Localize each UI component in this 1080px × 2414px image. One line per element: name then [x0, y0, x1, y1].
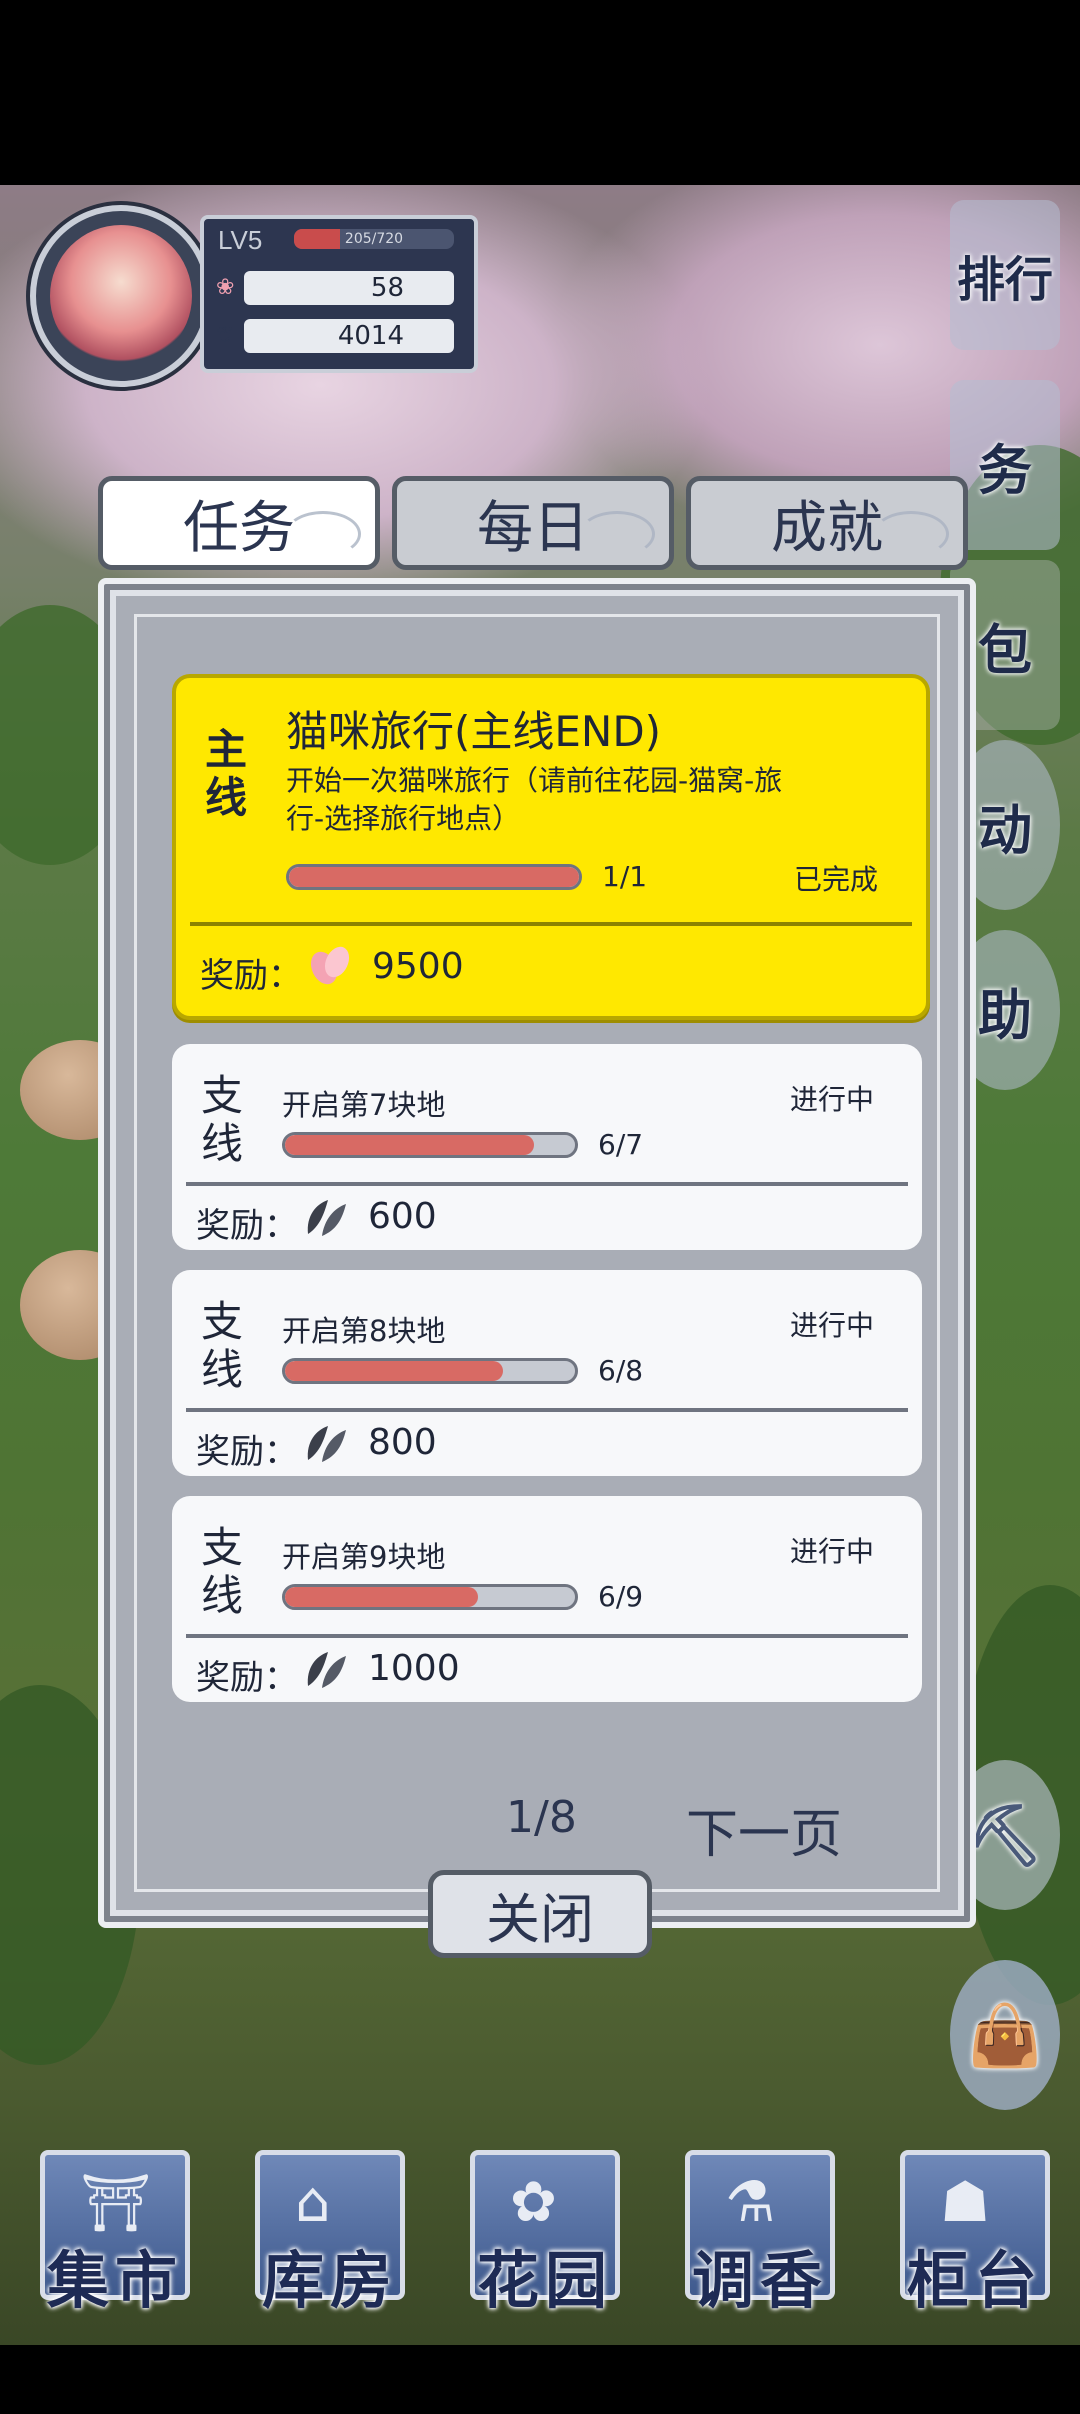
quest-progress-text: 1/1 [602, 860, 648, 893]
leaf-count: 4014 [337, 321, 404, 351]
nav-warehouse-label: 库房 [261, 2244, 398, 2317]
reward-value: 600 [368, 1196, 437, 1237]
tab-daily-label: 每日 [477, 495, 589, 561]
quest-title: 开启第7块地 [282, 1088, 446, 1122]
cloud-ornament [285, 511, 361, 557]
close-label: 关闭 [486, 1887, 594, 1951]
shelf-icon: ☗ [940, 2170, 991, 2235]
quest-title: 猫咪旅行(主线END) [286, 707, 662, 756]
task-label: 务 [978, 437, 1032, 502]
quest-progress-text: 6/7 [598, 1128, 644, 1161]
quest-status: 进行中 [789, 1083, 874, 1116]
player-profile[interactable]: LV5 205/720 ❀ 58 ❦ 4014 [10, 195, 478, 387]
petal-counter: ❀ 58 [216, 271, 454, 305]
quest-type-label: 支线 [200, 1071, 243, 1168]
reward-value: 9500 [372, 946, 464, 987]
navigation-bar-area [0, 2345, 1080, 2414]
help-label: 助 [978, 982, 1032, 1047]
cloud-ornament [579, 511, 655, 557]
tab-achievements[interactable]: 成就 [686, 476, 968, 570]
avatar [50, 225, 192, 367]
petal-icon: ❀ [216, 275, 235, 300]
divider [186, 1408, 908, 1412]
avatar-frame[interactable] [30, 205, 212, 387]
xp-bar: 205/720 [294, 229, 454, 249]
quest-tabs: 任务 每日 成就 [98, 476, 976, 574]
quest-status: 进行中 [789, 1309, 874, 1342]
quest-dialog: 主线 猫咪旅行(主线END) 开始一次猫咪旅行（请前往花园-猫窝-旅行-选择旅行… [98, 578, 976, 1928]
quest-progress-fill [285, 1361, 503, 1381]
event-label: 动 [978, 797, 1032, 862]
divider [186, 1634, 908, 1638]
close-button[interactable]: 关闭 [428, 1870, 652, 1958]
leaf-counter: ❦ 4014 [216, 319, 454, 353]
ranking-button[interactable]: 排行 [930, 200, 1080, 350]
house-icon: ⌂ [295, 2170, 331, 2235]
reward-label: 奖励： [200, 956, 302, 996]
tab-tasks[interactable]: 任务 [98, 476, 380, 570]
nav-counter-label: 柜台 [906, 2244, 1043, 2317]
next-page-button[interactable]: 下一页 [686, 1792, 842, 1867]
divider [190, 922, 912, 926]
tab-tasks-label: 任务 [183, 495, 295, 561]
tab-achievements-label: 成就 [771, 495, 883, 561]
gate-icon: ⛩ [80, 2171, 152, 2236]
quest-card-main[interactable]: 主线 猫咪旅行(主线END) 开始一次猫咪旅行（请前往花园-猫窝-旅行-选择旅行… [172, 674, 930, 1020]
leaf-icon [307, 1652, 346, 1688]
quest-progress-bar [282, 1132, 578, 1158]
quest-progress-text: 6/8 [598, 1354, 644, 1387]
quest-progress-bar [286, 864, 582, 890]
dropper-icon: ⚗ [725, 2170, 776, 2235]
quest-progress-fill [285, 1587, 479, 1607]
petal-count: 58 [370, 273, 404, 303]
player-stats-panel: LV5 205/720 ❀ 58 ❦ 4014 [200, 215, 478, 373]
nav-warehouse[interactable]: ⌂ 库房 [245, 2150, 415, 2320]
shovel-icon: ⛏ [966, 1800, 1044, 1871]
nav-market[interactable]: ⛩ 集市 [30, 2150, 200, 2320]
quest-description: 开始一次猫咪旅行（请前往花园-猫窝-旅行-选择旅行地点） [286, 764, 783, 835]
quest-progress-fill [285, 1135, 534, 1155]
sack-icon: 👜 [967, 2000, 1043, 2071]
xp-text: 205/720 [344, 231, 404, 247]
reward-label: 奖励： [196, 1432, 298, 1472]
quest-title: 开启第9块地 [282, 1540, 446, 1574]
leaf-icon [307, 1426, 346, 1462]
quest-card[interactable]: 支线 开启第9块地 进行中 6/9 奖励： 1000 [172, 1496, 922, 1702]
quest-progress-text: 6/9 [598, 1580, 644, 1613]
ranking-label: 排行 [956, 252, 1053, 308]
nav-garden-label: 花园 [476, 2244, 613, 2317]
quest-card[interactable]: 支线 开启第8块地 进行中 6/8 奖励： 800 [172, 1270, 922, 1476]
reward-label: 奖励： [196, 1658, 298, 1698]
quest-progress-bar [282, 1358, 578, 1384]
quest-status: 进行中 [789, 1535, 874, 1568]
nav-perfume-label: 调香 [691, 2244, 828, 2317]
leaf-icon: ❦ [216, 323, 235, 348]
bag-label: 包 [978, 617, 1032, 682]
quest-card[interactable]: 支线 开启第7块地 进行中 6/7 奖励： 600 [172, 1044, 922, 1250]
quest-type-label: 支线 [200, 1523, 243, 1620]
nav-market-label: 集市 [46, 2244, 183, 2317]
cloud-ornament [873, 511, 949, 557]
page-indicator: 1/8 [506, 1792, 577, 1843]
reward-value: 800 [368, 1422, 437, 1463]
nav-perfume[interactable]: ⚗ 调香 [675, 2150, 845, 2320]
quest-type-label: 支线 [200, 1297, 243, 1394]
reward-label: 奖励： [196, 1206, 298, 1246]
level-label: LV5 [218, 225, 263, 255]
rose-icon: ✿ [510, 2170, 557, 2235]
quest-title: 开启第8块地 [282, 1314, 446, 1348]
petal-icon [310, 946, 350, 985]
quest-progress-bar [282, 1584, 578, 1610]
quest-status: 已完成 [793, 863, 878, 896]
bag-sack-button[interactable]: 👜 [930, 1960, 1080, 2110]
divider [186, 1182, 908, 1186]
nav-counter[interactable]: ☗ 柜台 [890, 2150, 1060, 2320]
quest-type-label: 主线 [204, 725, 247, 822]
status-bar-area [0, 0, 1080, 185]
leaf-icon [307, 1200, 346, 1236]
quest-progress-fill [289, 867, 579, 887]
tab-daily[interactable]: 每日 [392, 476, 674, 570]
nav-garden[interactable]: ✿ 花园 [460, 2150, 630, 2320]
reward-value: 1000 [368, 1648, 460, 1689]
